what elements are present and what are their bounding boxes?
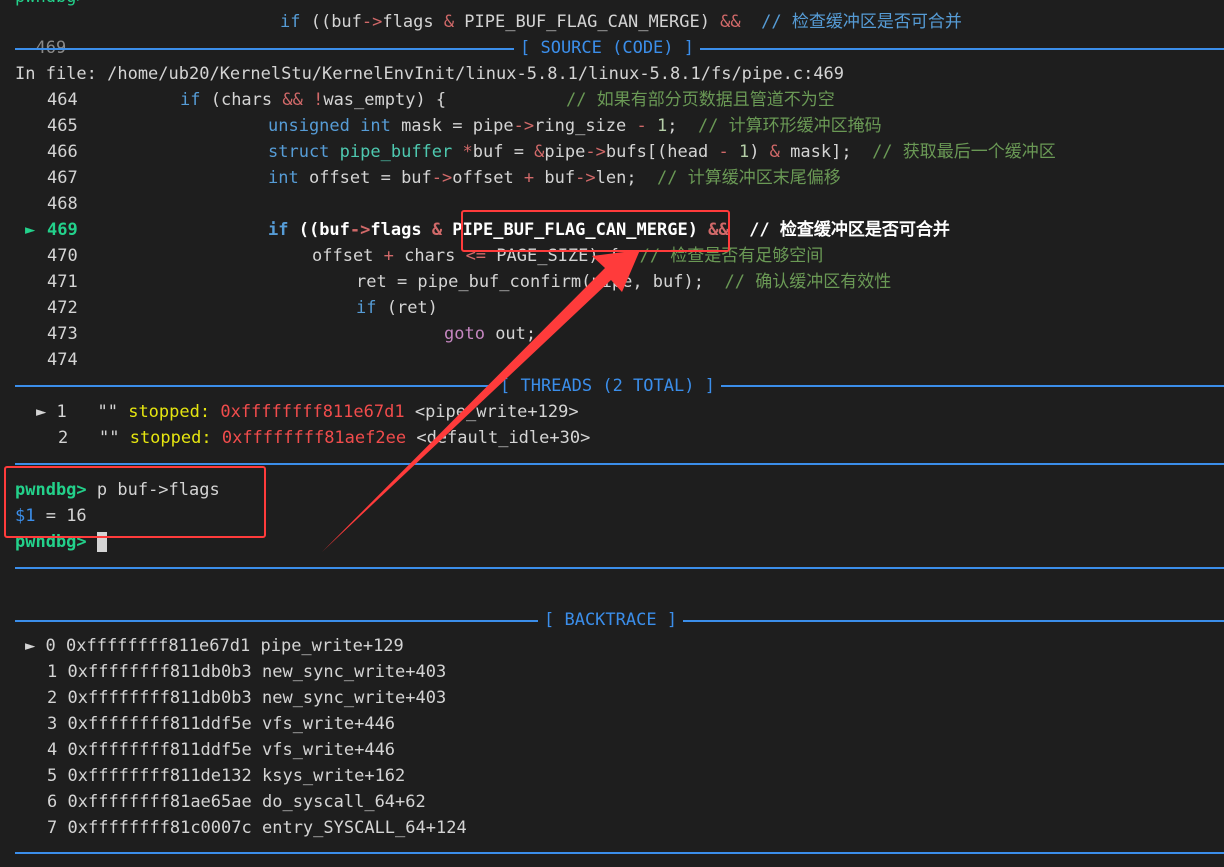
backtrace-frame[interactable]: 1 0xffffffff811db0b3 new_sync_write+403	[47, 659, 446, 685]
backtrace-frame[interactable]: ► 0 0xffffffff811e67d1 pipe_write+129	[25, 633, 404, 659]
backtrace-header: [ BACKTRACE ]	[538, 607, 684, 633]
backtrace-bottom-separator	[15, 852, 1224, 854]
backtrace-frame[interactable]: 6 0xffffffff81ae65ae do_syscall_64+62	[47, 789, 426, 815]
backtrace-frame[interactable]: 4 0xffffffff811ddf5e vfs_write+446	[47, 737, 395, 763]
backtrace-frame[interactable]: 7 0xffffffff81c0007c entry_SYSCALL_64+12…	[47, 815, 467, 841]
console-bottom-separator	[15, 567, 1224, 569]
current-frame-marker-icon: ►	[25, 636, 36, 656]
backtrace-frame[interactable]: 3 0xffffffff811ddf5e vfs_write+446	[47, 711, 395, 737]
backtrace-frame[interactable]: 5 0xffffffff811de132 ksys_write+162	[47, 763, 405, 789]
backtrace-frame[interactable]: 2 0xffffffff811db0b3 new_sync_write+403	[47, 685, 446, 711]
